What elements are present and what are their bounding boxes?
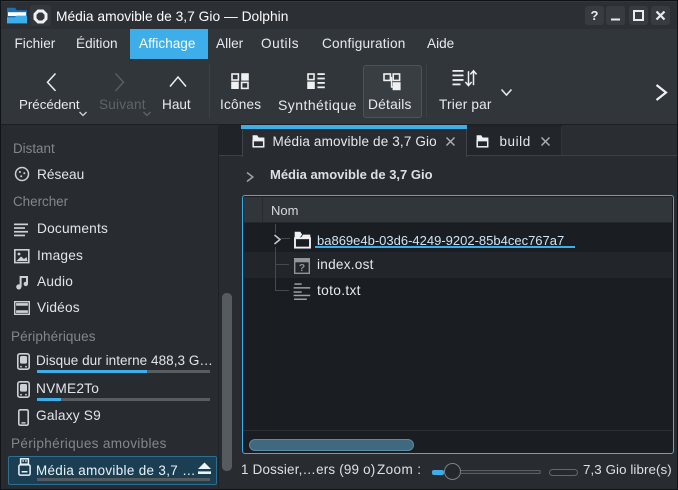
svg-text:?: ? — [299, 262, 305, 274]
